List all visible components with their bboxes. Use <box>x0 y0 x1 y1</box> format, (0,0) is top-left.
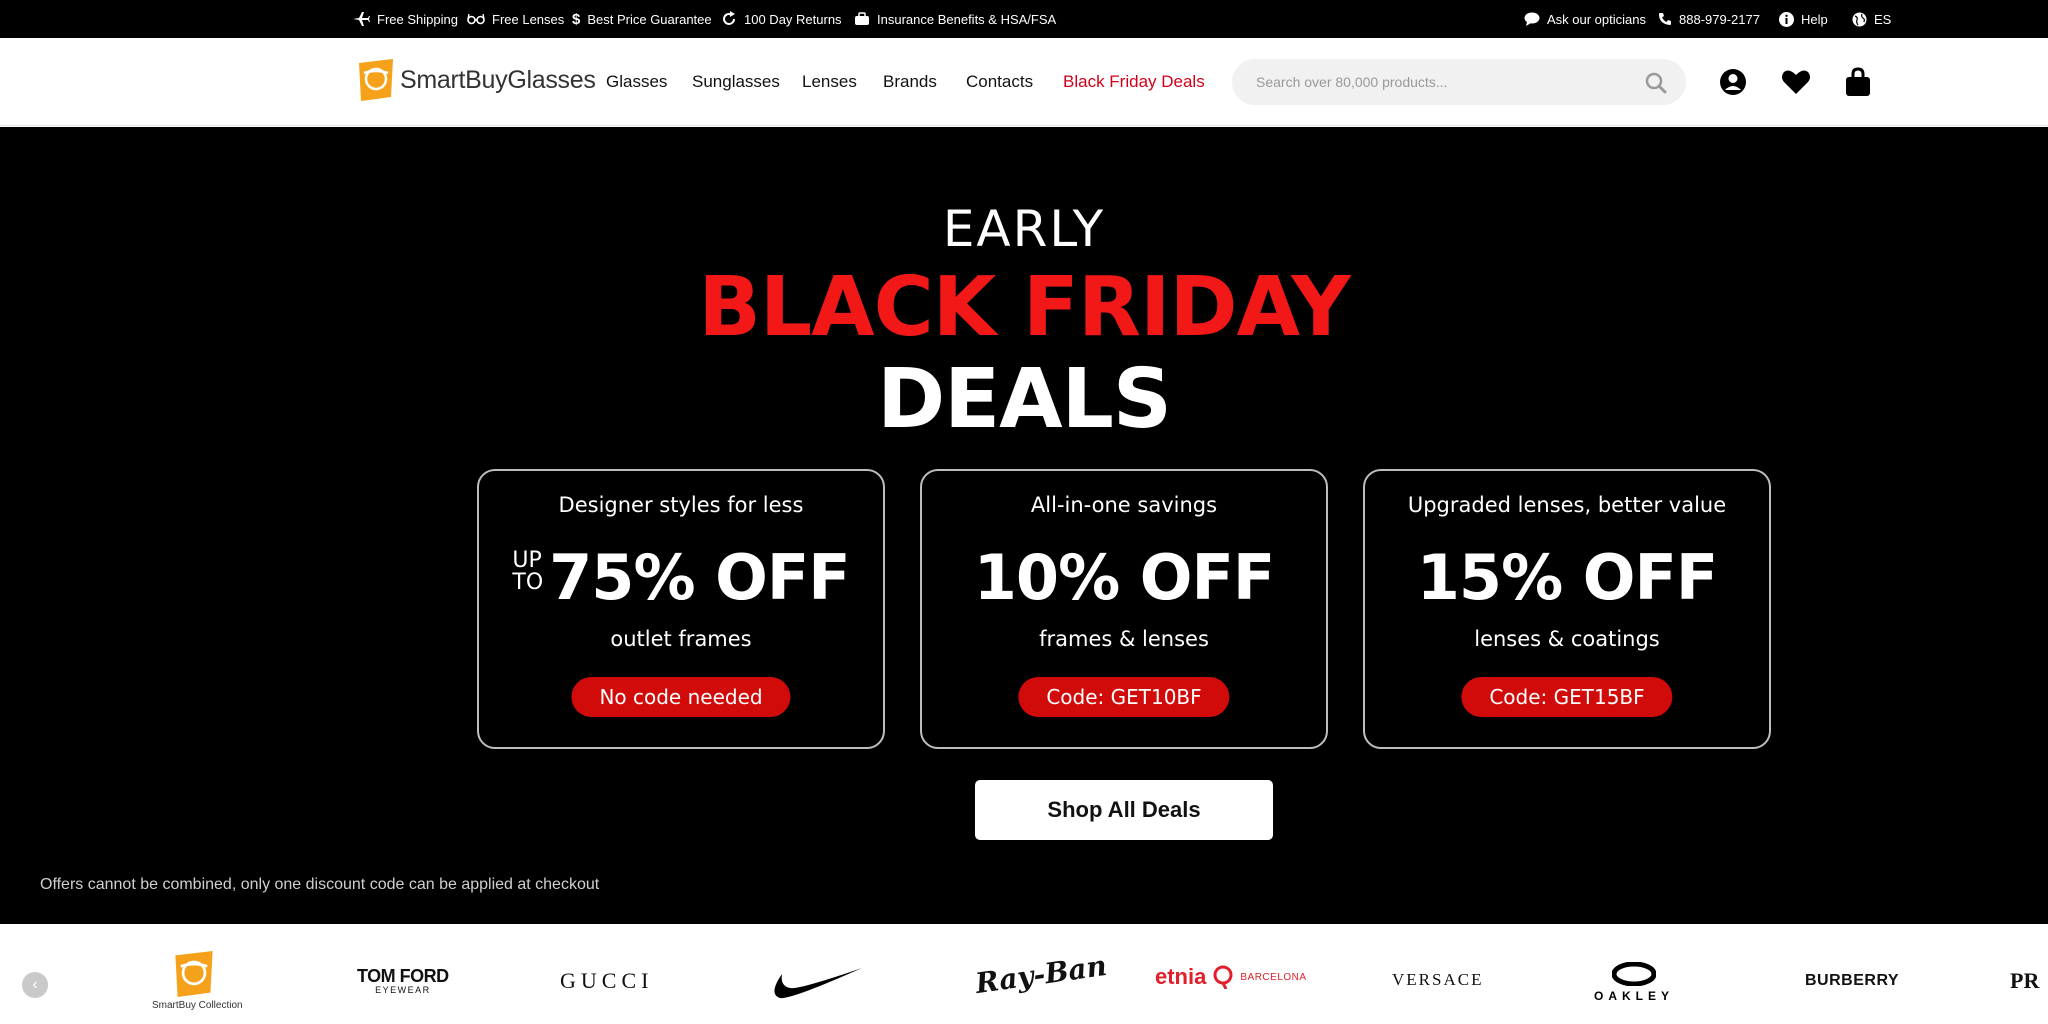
deal-card-title: Upgraded lenses, better value <box>1407 493 1727 517</box>
hero-black-friday-text: BLACK FRIDAY <box>698 260 1350 355</box>
help-item[interactable]: Help <box>1779 0 1828 38</box>
nav-black-friday-deals[interactable]: Black Friday Deals <box>1063 72 1205 92</box>
brand-smartbuy-collection[interactable]: SmartBuy Collection <box>152 951 243 1011</box>
nav-sunglasses[interactable]: Sunglasses <box>692 72 780 92</box>
free-shipping-item[interactable]: Free Shipping <box>352 0 458 38</box>
deal-card-subtitle: frames & lenses <box>1039 627 1209 651</box>
deal-card-subtitle: outlet frames <box>610 627 752 651</box>
phone-item[interactable]: 888-979-2177 <box>1658 0 1760 38</box>
language-label: ES <box>1874 11 1892 27</box>
price-guarantee-label: Best Price Guarantee <box>587 11 712 27</box>
returns-label: 100 Day Returns <box>744 11 842 27</box>
deal-card-code-badge: No code needed <box>571 677 791 717</box>
offers-disclaimer: Offers cannot be combined, only one disc… <box>40 876 600 893</box>
insurance-label: Insurance Benefits & HSA/FSA <box>877 11 1057 27</box>
smartbuy-logo-icon <box>175 951 213 997</box>
brand-prada[interactable]: PR <box>2010 968 2039 994</box>
search-bar <box>1232 59 1686 105</box>
phone-label: 888-979-2177 <box>1679 11 1760 27</box>
deal-card-outlet[interactable]: Designer styles for less UP TO75% OFF out… <box>477 469 885 749</box>
deal-card-discount: UP TO75% OFF <box>512 541 850 614</box>
deal-card-title: Designer styles for less <box>558 493 804 517</box>
black-friday-hero-banner[interactable]: EARLY BLACK FRIDAY DEALS Designer styles… <box>0 127 2048 924</box>
top-info-bar: Free Shipping Free Lenses $ Best Price G… <box>0 0 2048 38</box>
free-shipping-label: Free Shipping <box>377 11 458 27</box>
brand-nike[interactable] <box>768 964 862 1005</box>
plane-icon <box>352 11 370 27</box>
nav-glasses[interactable]: Glasses <box>606 72 667 92</box>
etnia-logo-icon <box>1213 965 1233 989</box>
insurance-icon <box>854 11 870 27</box>
brand-versace[interactable]: VERSACE <box>1392 970 1483 990</box>
brand-label: etnia <box>1155 964 1207 989</box>
deal-card-code-badge: Code: GET10BF <box>1018 677 1230 717</box>
brand-burberry[interactable]: BURBERRY <box>1805 972 1899 990</box>
brand-gucci[interactable]: GUCCI <box>560 968 653 994</box>
search-input[interactable] <box>1256 59 1626 105</box>
brand-tom-ford[interactable]: TOM FORD EYEWEAR <box>357 966 449 995</box>
ask-opticians-item[interactable]: Ask our opticians <box>1524 0 1646 38</box>
deal-card-discount: 10% OFF <box>973 541 1275 614</box>
deal-card-subtitle: lenses & coatings <box>1474 627 1660 651</box>
returns-icon <box>721 11 737 27</box>
site-header: SmartBuyGlasses Glasses Sunglasses Lense… <box>0 38 2048 126</box>
shopping-bag-icon[interactable] <box>1842 66 1874 98</box>
globe-icon <box>1852 12 1867 27</box>
up-to-label: UP TO <box>512 548 544 595</box>
price-guarantee-item[interactable]: $ Best Price Guarantee <box>572 0 712 38</box>
nav-brands[interactable]: Brands <box>883 72 937 92</box>
nav-contacts[interactable]: Contacts <box>966 72 1033 92</box>
free-lenses-label: Free Lenses <box>492 11 565 27</box>
ask-opticians-label: Ask our opticians <box>1547 11 1646 27</box>
hero-deals-text: DEALS <box>877 352 1172 447</box>
brand-etnia[interactable]: etnia BARCELONA <box>1155 964 1307 990</box>
help-label: Help <box>1801 11 1828 27</box>
phone-icon <box>1658 12 1672 26</box>
brand-label: OAKLEY <box>1594 989 1675 1003</box>
site-logo[interactable]: SmartBuyGlasses <box>359 59 596 101</box>
hero-early-text: EARLY <box>942 200 1106 258</box>
nike-swoosh-icon <box>774 968 862 999</box>
nav-lenses[interactable]: Lenses <box>802 72 857 92</box>
account-icon[interactable] <box>1717 66 1749 98</box>
brand-label: SmartBuy Collection <box>152 1000 243 1011</box>
brand-sublabel: BARCELONA <box>1240 971 1307 983</box>
search-icon[interactable] <box>1644 71 1668 95</box>
chat-icon <box>1524 12 1540 26</box>
language-item[interactable]: ES <box>1852 0 1891 38</box>
free-lenses-item[interactable]: Free Lenses <box>467 0 564 38</box>
glasses-icon <box>467 13 485 25</box>
wishlist-heart-icon[interactable] <box>1780 66 1812 98</box>
logo-text: SmartBuyGlasses <box>400 65 596 94</box>
logo-glasses-icon <box>359 59 393 101</box>
brand-label: TOM FORD <box>357 966 449 986</box>
carousel-prev-arrow-icon[interactable]: ‹ <box>22 972 48 998</box>
insurance-item[interactable]: Insurance Benefits & HSA/FSA <box>854 0 1056 38</box>
deal-card-title: All-in-one savings <box>1030 493 1218 517</box>
deal-card-discount: 15% OFF <box>1416 541 1718 614</box>
deal-card-code-badge: Code: GET15BF <box>1461 677 1673 717</box>
deal-card-lenses-coatings[interactable]: Upgraded lenses, better value 15% OFF le… <box>1363 469 1771 749</box>
shop-all-deals-button[interactable]: Shop All Deals <box>975 780 1273 840</box>
brand-carousel: ‹ SmartBuy Collection TOM FORD EYEWEAR G… <box>0 924 2048 1024</box>
returns-item[interactable]: 100 Day Returns <box>721 0 842 38</box>
dollar-icon: $ <box>572 10 581 28</box>
brand-ray-ban[interactable]: Ray-Ban <box>973 949 1108 1000</box>
oakley-ellipse-icon <box>1611 961 1657 987</box>
brand-oakley[interactable]: OAKLEY <box>1594 961 1675 1003</box>
deal-card-frames-lenses[interactable]: All-in-one savings 10% OFF frames & lens… <box>920 469 1328 749</box>
info-icon <box>1779 11 1794 27</box>
